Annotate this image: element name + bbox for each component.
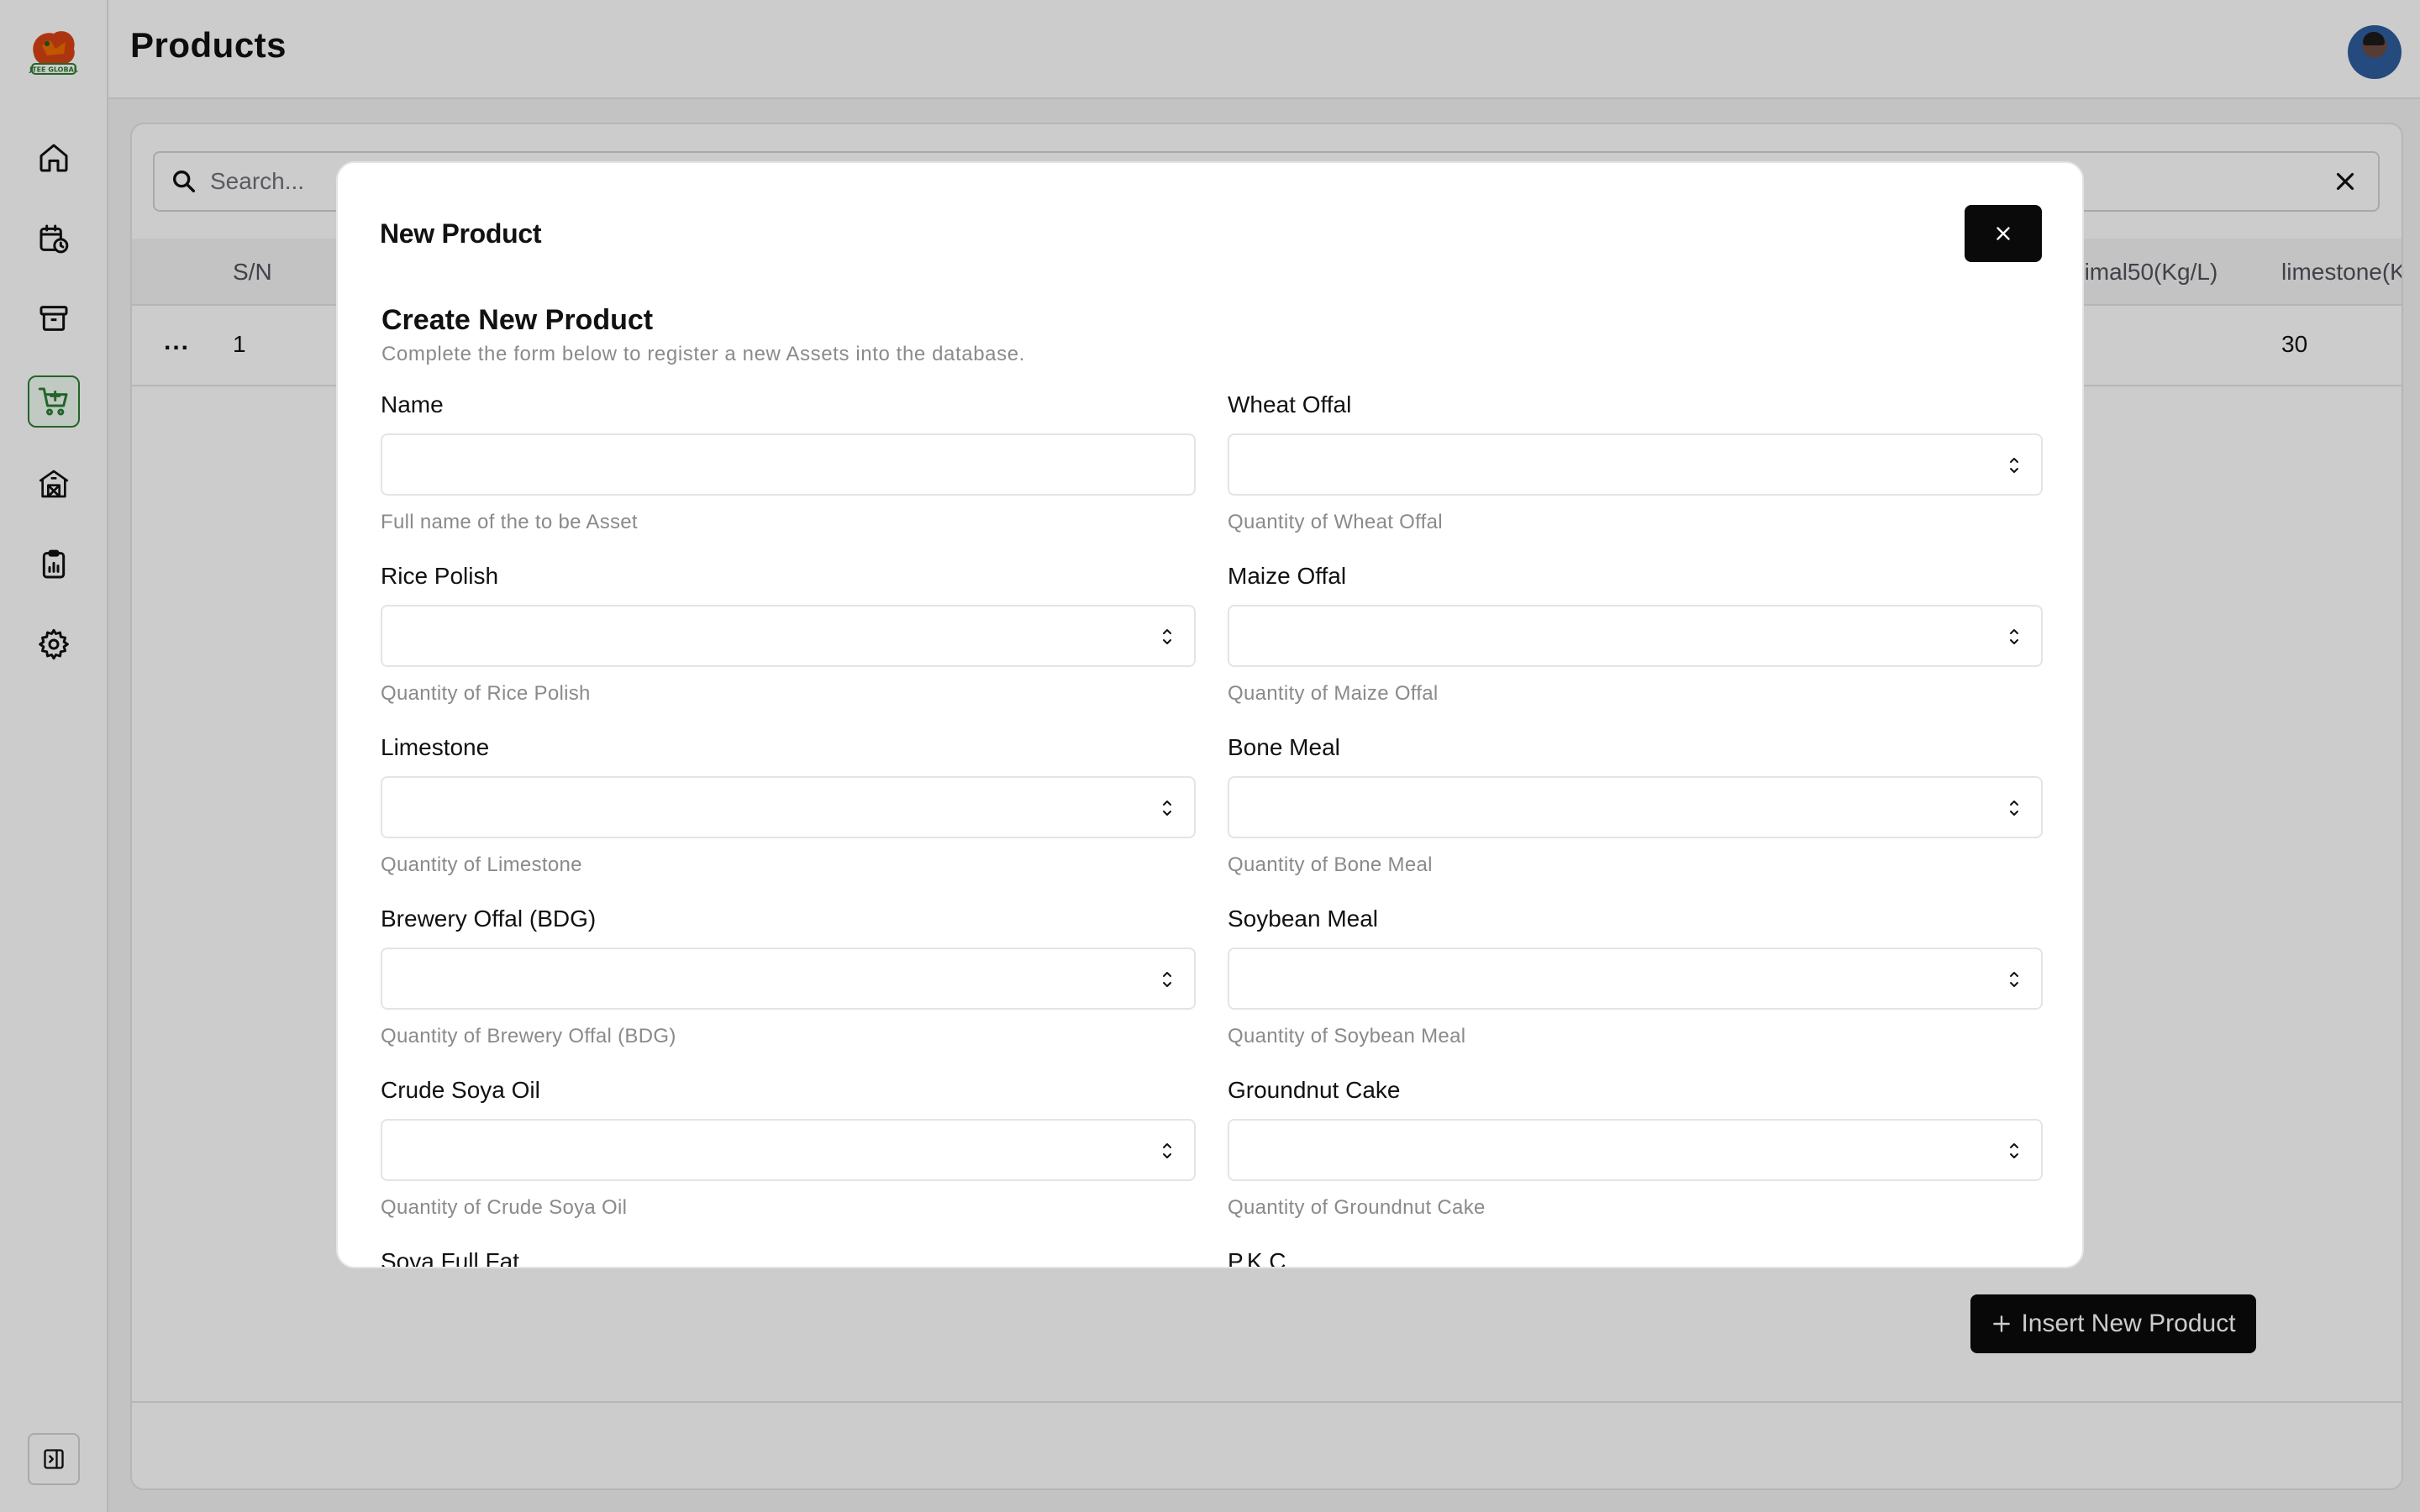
limestone-input[interactable] (382, 778, 1194, 837)
field-input-box[interactable] (1228, 605, 2043, 667)
number-spinner-icon[interactable] (2007, 452, 2021, 479)
field-hint: Quantity of Bone Meal (1228, 853, 1433, 876)
number-spinner-icon[interactable] (1160, 623, 1174, 650)
number-spinner-icon[interactable] (1160, 966, 1174, 993)
field-label: Soybean Meal (1228, 906, 1379, 932)
field-brewery-offal: Brewery Offal (BDG) Quantity of Brewery … (381, 906, 1196, 1048)
wheat-offal-input[interactable] (1229, 435, 2041, 494)
form-heading: Create New Product (381, 304, 654, 336)
field-label: Bone Meal (1228, 734, 1340, 760)
field-input-box[interactable] (381, 605, 1196, 667)
soybean-meal-input[interactable] (1229, 949, 2041, 1008)
field-hint: Quantity of Rice Polish (381, 682, 591, 705)
new-product-modal: New Product Create New Product Complete … (336, 161, 2084, 1268)
field-rice-polish: Rice Polish Quantity of Rice Polish (381, 563, 1196, 706)
field-hint: Full name of the to be Asset (381, 511, 638, 533)
field-name: Name Full name of the to be Asset (381, 391, 1196, 534)
field-input-box[interactable] (381, 948, 1196, 1010)
field-hint: Quantity of Wheat Offal (1228, 511, 1443, 533)
field-input-box[interactable] (381, 433, 1196, 496)
field-limestone: Limestone Quantity of Limestone (381, 734, 1196, 877)
field-label: Soya Full Fat (381, 1248, 519, 1268)
field-crude-soya-oil: Crude Soya Oil Quantity of Crude Soya Oi… (381, 1077, 1196, 1220)
number-spinner-icon[interactable] (1160, 1137, 1174, 1164)
field-label: Groundnut Cake (1228, 1077, 1401, 1103)
number-spinner-icon[interactable] (2007, 795, 2021, 822)
field-input-box[interactable] (1228, 776, 2043, 838)
field-hint: Quantity of Limestone (381, 853, 582, 876)
field-input-box[interactable] (1228, 948, 2043, 1010)
groundnut-cake-input[interactable] (1229, 1121, 2041, 1179)
field-groundnut-cake: Groundnut Cake Quantity of Groundnut Cak… (1228, 1077, 2043, 1220)
field-hint: Quantity of Brewery Offal (BDG) (381, 1025, 676, 1047)
field-maize-offal: Maize Offal Quantity of Maize Offal (1228, 563, 2043, 706)
maize-offal-input[interactable] (1229, 606, 2041, 665)
field-label: Brewery Offal (BDG) (381, 906, 597, 932)
crude-soya-oil-input[interactable] (382, 1121, 1194, 1179)
field-hint: Quantity of Crude Soya Oil (381, 1196, 628, 1219)
number-spinner-icon[interactable] (2007, 1137, 2021, 1164)
number-spinner-icon[interactable] (2007, 623, 2021, 650)
field-input-box[interactable] (381, 1119, 1196, 1181)
field-input-box[interactable] (1228, 1119, 2043, 1181)
close-icon (1996, 227, 2010, 240)
field-label: P.K.C (1228, 1248, 1286, 1268)
brewery-offal-input[interactable] (382, 949, 1194, 1008)
field-input-box[interactable] (381, 776, 1196, 838)
modal-close-button[interactable] (1965, 205, 2042, 262)
field-soya-full-fat: Soya Full Fat (381, 1248, 1196, 1268)
field-label: Maize Offal (1228, 563, 1347, 589)
field-input-box[interactable] (1228, 433, 2043, 496)
modal-title: New Product (380, 218, 542, 249)
field-label: Name (381, 391, 444, 417)
field-hint: Quantity of Maize Offal (1228, 682, 1439, 705)
field-label: Rice Polish (381, 563, 499, 589)
form-subheading: Complete the form below to register a ne… (381, 343, 1025, 365)
name-input[interactable] (382, 435, 1194, 494)
field-label: Limestone (381, 734, 490, 760)
rice-polish-input[interactable] (382, 606, 1194, 665)
field-soybean-meal: Soybean Meal Quantity of Soybean Meal (1228, 906, 2043, 1048)
field-wheat-offal: Wheat Offal Quantity of Wheat Offal (1228, 391, 2043, 534)
number-spinner-icon[interactable] (1160, 795, 1174, 822)
number-spinner-icon[interactable] (2007, 966, 2021, 993)
field-label: Wheat Offal (1228, 391, 1352, 417)
field-hint: Quantity of Groundnut Cake (1228, 1196, 1486, 1219)
field-pkc: P.K.C (1228, 1248, 2043, 1268)
bone-meal-input[interactable] (1229, 778, 2041, 837)
field-bone-meal: Bone Meal Quantity of Bone Meal (1228, 734, 2043, 877)
field-hint: Quantity of Soybean Meal (1228, 1025, 1466, 1047)
field-label: Crude Soya Oil (381, 1077, 540, 1103)
